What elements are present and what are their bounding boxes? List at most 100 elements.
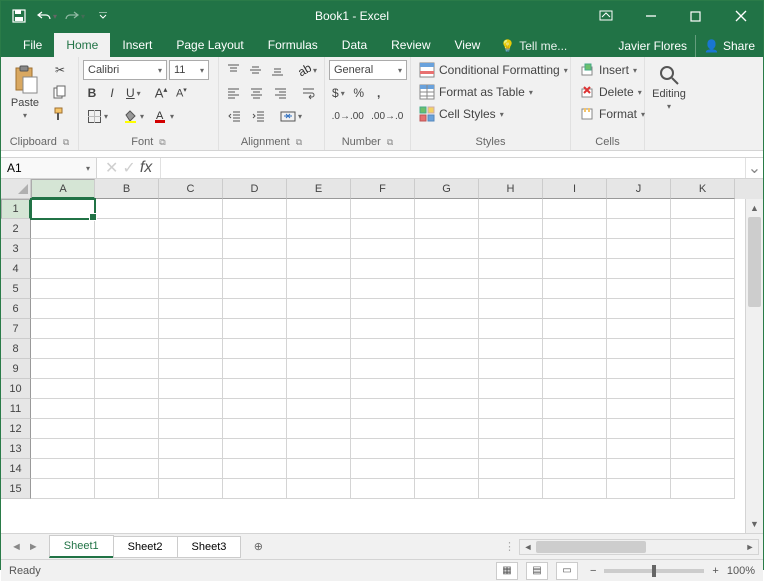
underline-button[interactable]: U: [123, 83, 144, 103]
cell[interactable]: [351, 199, 415, 219]
cell[interactable]: [351, 359, 415, 379]
cell[interactable]: [223, 299, 287, 319]
conditional-formatting-button[interactable]: Conditional Formatting▾: [415, 60, 572, 80]
cell[interactable]: [479, 399, 543, 419]
cell[interactable]: [671, 379, 735, 399]
cell-grid[interactable]: [31, 199, 745, 533]
cell[interactable]: [415, 199, 479, 219]
cell[interactable]: [479, 339, 543, 359]
cell[interactable]: [607, 219, 671, 239]
sheet-next-button[interactable]: ►: [28, 541, 39, 553]
cell[interactable]: [415, 399, 479, 419]
cell[interactable]: [223, 219, 287, 239]
row-header[interactable]: 6: [1, 299, 31, 319]
cell[interactable]: [31, 399, 95, 419]
scroll-left-button[interactable]: ◄: [520, 540, 536, 554]
page-break-view-button[interactable]: ▭: [556, 562, 578, 580]
editing-button[interactable]: Editing ▾: [649, 60, 689, 115]
cell[interactable]: [415, 319, 479, 339]
select-all-button[interactable]: [1, 179, 31, 199]
cell[interactable]: [31, 259, 95, 279]
format-as-table-button[interactable]: Format as Table▾: [415, 82, 537, 102]
cell[interactable]: [31, 299, 95, 319]
align-bottom-button[interactable]: [267, 60, 287, 80]
cell[interactable]: [159, 479, 223, 499]
row-header[interactable]: 5: [1, 279, 31, 299]
cell[interactable]: [287, 259, 351, 279]
ribbon-options-button[interactable]: [583, 1, 628, 31]
cell[interactable]: [159, 239, 223, 259]
cell[interactable]: [415, 259, 479, 279]
cell[interactable]: [287, 419, 351, 439]
cell[interactable]: [287, 439, 351, 459]
cell[interactable]: [287, 319, 351, 339]
column-header[interactable]: D: [223, 179, 287, 199]
row-header[interactable]: 14: [1, 459, 31, 479]
zoom-slider-thumb[interactable]: [652, 565, 656, 577]
font-name-select[interactable]: Calibri▾: [83, 60, 167, 80]
cell[interactable]: [31, 439, 95, 459]
insert-cells-button[interactable]: Insert▾: [575, 60, 641, 80]
maximize-button[interactable]: [673, 1, 718, 31]
row-header[interactable]: 2: [1, 219, 31, 239]
cell[interactable]: [95, 419, 159, 439]
cell[interactable]: [287, 219, 351, 239]
cell[interactable]: [415, 419, 479, 439]
row-header[interactable]: 3: [1, 239, 31, 259]
cell[interactable]: [159, 219, 223, 239]
cell[interactable]: [223, 439, 287, 459]
cell[interactable]: [543, 299, 607, 319]
cell[interactable]: [479, 419, 543, 439]
cell[interactable]: [95, 299, 159, 319]
cell[interactable]: [31, 359, 95, 379]
cell[interactable]: [31, 419, 95, 439]
cell[interactable]: [671, 319, 735, 339]
cell[interactable]: [351, 479, 415, 499]
cell[interactable]: [287, 359, 351, 379]
cell[interactable]: [479, 359, 543, 379]
cell[interactable]: [223, 399, 287, 419]
sheet-tab-3[interactable]: Sheet3: [177, 536, 242, 558]
cell[interactable]: [223, 239, 287, 259]
cell[interactable]: [223, 259, 287, 279]
tab-formulas[interactable]: Formulas: [256, 33, 330, 57]
cell[interactable]: [671, 299, 735, 319]
cell[interactable]: [415, 299, 479, 319]
cell[interactable]: [607, 199, 671, 219]
column-header[interactable]: C: [159, 179, 223, 199]
cell[interactable]: [287, 199, 351, 219]
cell[interactable]: [223, 319, 287, 339]
customize-qat-button[interactable]: [91, 4, 115, 28]
vertical-scrollbar[interactable]: ▲ ▼: [745, 199, 763, 533]
cell[interactable]: [543, 319, 607, 339]
cell[interactable]: [543, 459, 607, 479]
cell[interactable]: [351, 279, 415, 299]
column-header[interactable]: F: [351, 179, 415, 199]
cell[interactable]: [415, 279, 479, 299]
cell[interactable]: [223, 339, 287, 359]
tab-insert[interactable]: Insert: [110, 33, 164, 57]
cell[interactable]: [159, 259, 223, 279]
cell[interactable]: [31, 319, 95, 339]
cell[interactable]: [159, 359, 223, 379]
cell[interactable]: [479, 259, 543, 279]
cell[interactable]: [223, 199, 287, 219]
cell[interactable]: [479, 379, 543, 399]
cell[interactable]: [31, 379, 95, 399]
number-format-select[interactable]: General▾: [329, 60, 407, 80]
cell[interactable]: [223, 359, 287, 379]
cell[interactable]: [415, 239, 479, 259]
cell[interactable]: [31, 279, 95, 299]
cell[interactable]: [607, 439, 671, 459]
cell[interactable]: [95, 479, 159, 499]
cell[interactable]: [351, 399, 415, 419]
row-header[interactable]: 12: [1, 419, 31, 439]
cell[interactable]: [351, 439, 415, 459]
insert-function-button[interactable]: fx: [140, 159, 152, 177]
orientation-button[interactable]: ab: [295, 60, 320, 80]
tab-split-handle[interactable]: ⋮: [504, 540, 515, 553]
cell[interactable]: [31, 239, 95, 259]
share-button[interactable]: 👤Share: [695, 35, 763, 57]
horizontal-scrollbar[interactable]: ◄ ►: [519, 539, 759, 555]
normal-view-button[interactable]: ▦: [496, 562, 518, 580]
